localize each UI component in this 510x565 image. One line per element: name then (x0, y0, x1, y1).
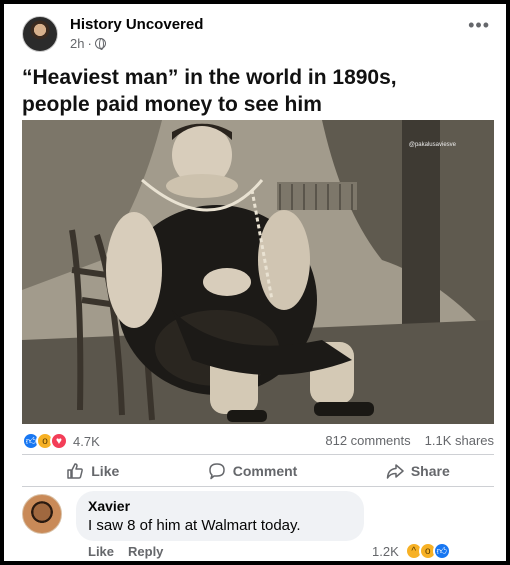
divider (22, 454, 494, 455)
comment-label: Comment (232, 463, 298, 479)
like-reaction-icon: 👍︎ (432, 542, 451, 560)
post-caption: “Heaviest man” in the world in 1890s, pe… (22, 64, 492, 118)
post-time[interactable]: 2h (70, 36, 84, 51)
thumbs-up-icon (67, 463, 84, 479)
divider (22, 486, 494, 487)
caption-line: “Heaviest man” in the world in 1890s, (22, 66, 397, 89)
like-label: Like (91, 463, 120, 479)
shares-count[interactable]: 1.1K shares (425, 433, 494, 448)
comment-bubble-icon (209, 463, 225, 480)
love-reaction-icon: ♥ (50, 432, 68, 450)
comment-reply-button[interactable]: Reply (128, 544, 163, 559)
photo-watermark: @pakalusaviesve (408, 142, 456, 148)
comment-button[interactable]: Comment (208, 460, 298, 482)
share-label: Share (410, 463, 450, 479)
post-meta: 2h · (70, 36, 106, 51)
reactions-count: 4.7K (73, 433, 100, 449)
like-button[interactable]: Like (66, 460, 119, 482)
page-avatar[interactable] (22, 16, 58, 52)
post-stats: 👍︎ o ♥ 4.7K 812 comments 1.1K shares (22, 432, 494, 452)
reaction-summary[interactable]: 👍︎ o ♥ 4.7K (22, 432, 100, 450)
comment-reactions[interactable]: 1.2K ^ o 👍︎ (372, 542, 451, 560)
engagement-counts: 812 comments 1.1K shares (325, 433, 494, 448)
comment-reactions-count: 1.2K (372, 543, 399, 559)
post-photo[interactable]: @pakalusaviesve (22, 120, 494, 424)
caption-line: people paid money to see him (22, 93, 322, 116)
post-header: History Uncovered 2h · ••• (22, 14, 494, 54)
share-arrow-icon (386, 464, 404, 479)
comment-bubble: Xavier I saw 8 of him at Walmart today. (76, 491, 364, 541)
more-options-icon[interactable]: ••• (468, 16, 490, 34)
vintage-photo-illustration (22, 120, 494, 424)
globe-icon (94, 38, 106, 50)
facebook-post-card: History Uncovered 2h · ••• “Heaviest man… (2, 2, 508, 563)
commenter-name[interactable]: Xavier (88, 498, 352, 514)
comment-like-button[interactable]: Like (88, 544, 114, 559)
comment-actions: Like Reply (88, 544, 163, 559)
commenter-avatar[interactable] (22, 494, 62, 534)
post-actions: Like Comment Share (22, 460, 494, 482)
comment-text: I saw 8 of him at Walmart today. (88, 517, 301, 534)
comments-count[interactable]: 812 comments (325, 433, 410, 448)
share-button[interactable]: Share (386, 460, 450, 482)
page-name[interactable]: History Uncovered (70, 16, 203, 33)
separator-dot: · (87, 36, 92, 51)
